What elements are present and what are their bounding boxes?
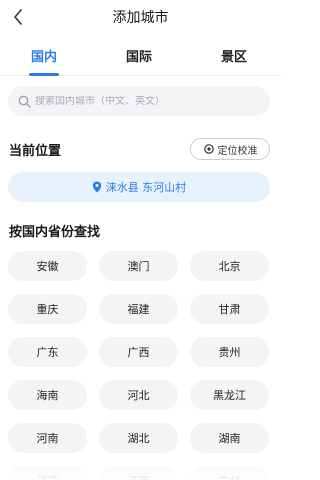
province-chip[interactable]: 贵州 (190, 337, 269, 367)
search-box[interactable] (8, 86, 270, 116)
province-chip[interactable]: 黑龙江 (190, 380, 269, 410)
current-location-bar[interactable]: 涞水县 东河山村 (8, 172, 270, 202)
tab-scenic[interactable]: 景区 (199, 46, 269, 65)
province-chip[interactable]: 广东 (8, 337, 87, 367)
current-location-title: 当前位置 (9, 144, 62, 159)
province-chip[interactable]: 河南 (8, 423, 87, 453)
active-tab-indicator (29, 73, 59, 76)
province-chip[interactable]: 湖南 (190, 423, 269, 453)
province-chip[interactable]: 重庆 (8, 294, 87, 324)
province-chip[interactable]: 海南 (8, 380, 87, 410)
tab-bar: 国内 国际 景区 (0, 40, 281, 76)
calibrate-label: 定位校准 (217, 145, 258, 157)
province-section-title: 按国内省份查找 (9, 225, 101, 240)
current-location-text: 涞水县 东河山村 (105, 181, 187, 194)
tab-international[interactable]: 国际 (104, 46, 174, 65)
search-icon (18, 95, 31, 108)
calibrate-location-button[interactable]: 定位校准 (190, 138, 270, 160)
province-chip[interactable]: 甘肃 (190, 294, 269, 324)
bottom-fade-overlay (0, 458, 281, 480)
top-bar: 添加城市 (0, 0, 281, 34)
search-input[interactable] (35, 95, 255, 107)
location-pin-icon (92, 181, 101, 193)
tab-domestic[interactable]: 国内 (9, 46, 79, 65)
province-chip[interactable]: 河北 (99, 380, 178, 410)
locate-target-icon (203, 144, 214, 154)
province-chip[interactable]: 安徽 (8, 251, 87, 281)
province-chip[interactable]: 北京 (190, 251, 269, 281)
province-chip[interactable]: 澳门 (99, 251, 178, 281)
page-title: 添加城市 (112, 10, 169, 26)
province-chip[interactable]: 福建 (99, 294, 178, 324)
province-chip[interactable]: 湖北 (99, 423, 178, 453)
province-chip[interactable]: 广西 (99, 337, 178, 367)
